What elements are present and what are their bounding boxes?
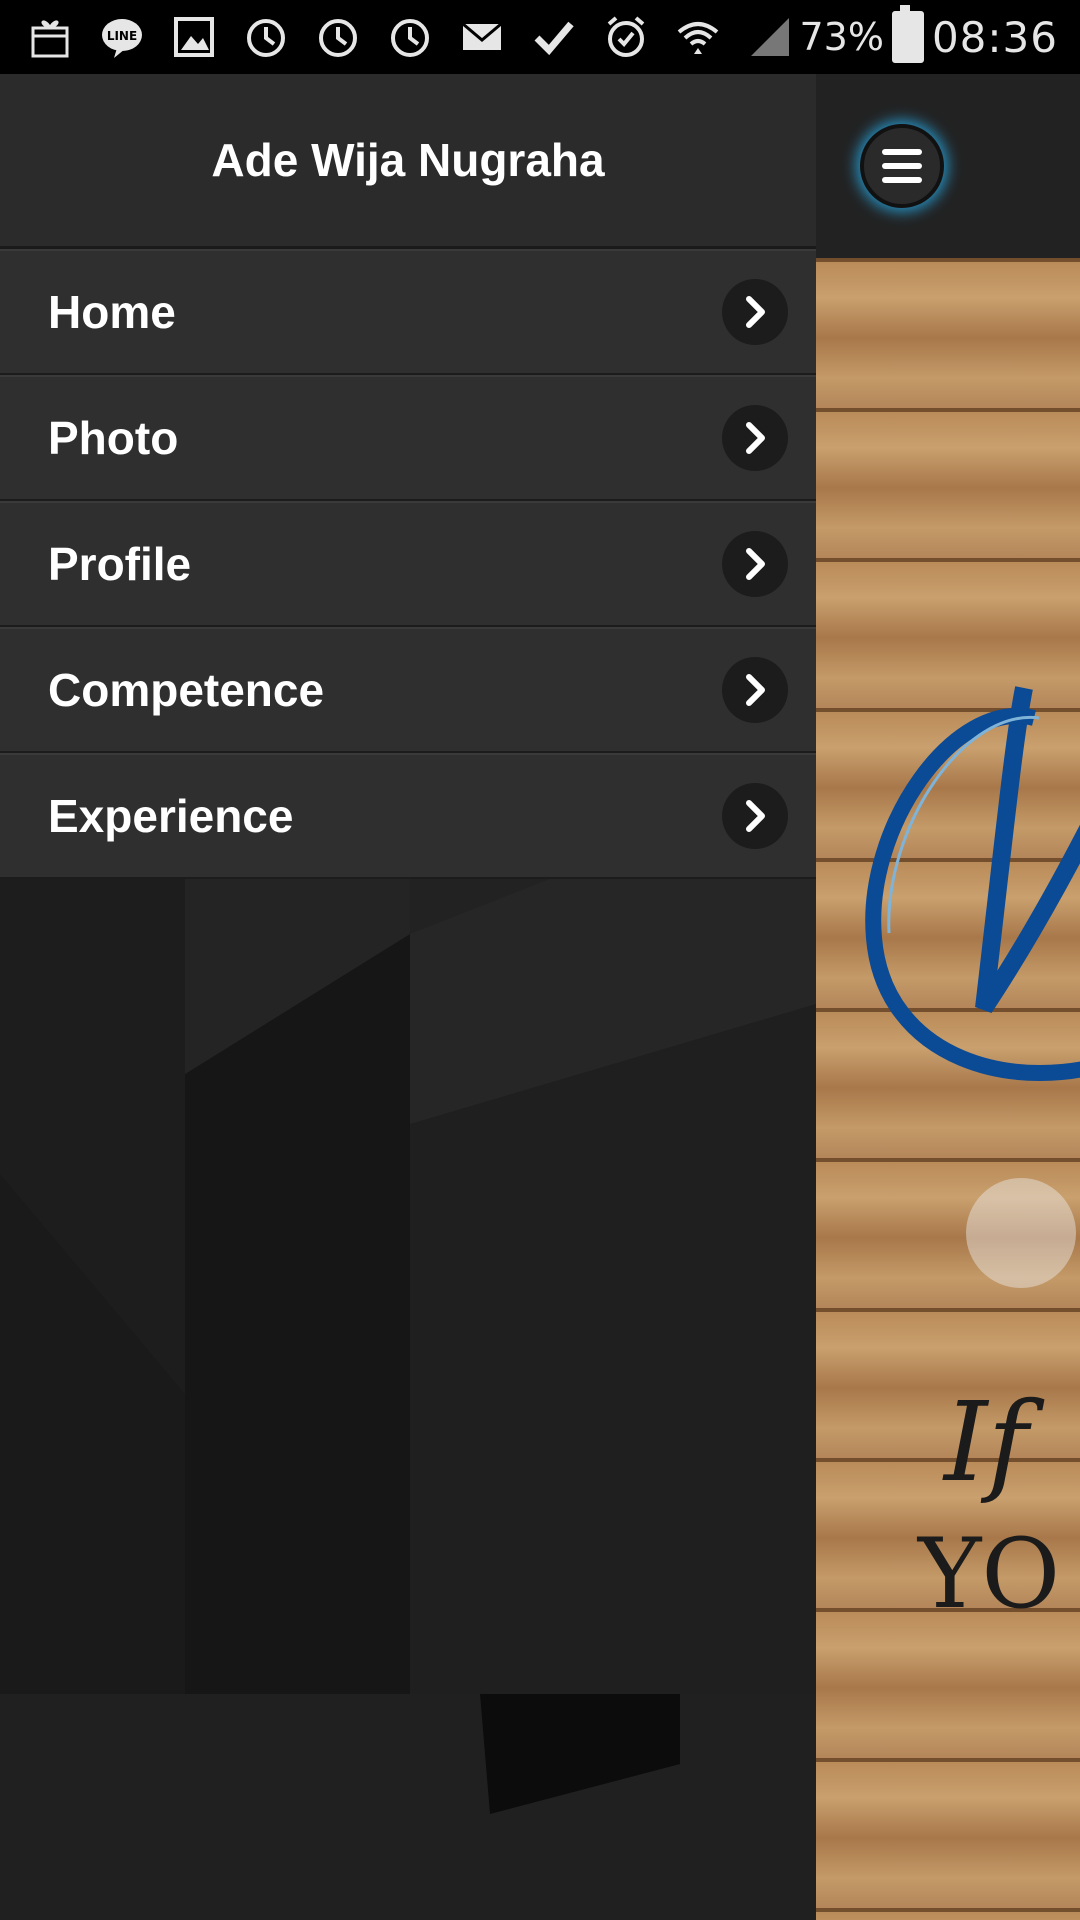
status-bar: LINE 73% 08:36 [0, 0, 1080, 74]
main-content: If YO [816, 74, 1080, 1920]
menu-item-profile[interactable]: Profile [0, 501, 816, 627]
menu-item-label: Profile [48, 538, 192, 590]
clock-time: 08:36 [931, 12, 1058, 62]
chevron-right-icon [722, 657, 788, 723]
wood-background: If YO [816, 258, 1080, 1920]
menu-item-label: Home [48, 286, 176, 338]
gift-icon [14, 0, 86, 74]
drawer-menu: Home Photo Profile Competence Experience [0, 249, 816, 879]
alarm-icon [590, 0, 662, 74]
drawer-title: Ade Wija Nugraha [211, 134, 605, 186]
script-letter-graphic [865, 686, 1080, 1081]
content-header [816, 74, 1080, 258]
menu-item-label: Experience [48, 790, 294, 842]
clock-icon [230, 0, 302, 74]
check-icon [518, 0, 590, 74]
chevron-right-icon [722, 405, 788, 471]
clock-icon [302, 0, 374, 74]
chevron-right-icon [722, 783, 788, 849]
script-text: If [944, 1378, 1029, 1506]
menu-item-experience[interactable]: Experience [0, 753, 816, 879]
navigation-drawer: Ade Wija Nugraha Home Photo Profile Comp… [0, 74, 816, 1920]
menu-item-label: Competence [48, 664, 325, 716]
image-icon [158, 0, 230, 74]
clock-icon [374, 0, 446, 74]
menu-toggle-button[interactable] [860, 124, 944, 208]
signal-icon [734, 0, 806, 74]
chevron-right-icon [722, 279, 788, 345]
menu-item-label: Photo [48, 412, 179, 464]
battery-icon [891, 5, 924, 63]
menu-item-competence[interactable]: Competence [0, 627, 816, 753]
battery-percentage: 73% [799, 15, 884, 59]
drawer-header: Ade Wija Nugraha [0, 74, 816, 249]
line-icon: LINE [86, 0, 158, 74]
floating-action-button[interactable] [966, 1178, 1076, 1288]
menu-item-photo[interactable]: Photo [0, 375, 816, 501]
menu-item-home[interactable]: Home [0, 249, 816, 375]
chevron-right-icon [722, 531, 788, 597]
partial-text: YO [918, 1518, 1061, 1630]
mail-icon [446, 0, 518, 74]
hamburger-icon [882, 145, 922, 187]
svg-text:LINE: LINE [107, 29, 137, 43]
wifi-icon [662, 0, 734, 74]
